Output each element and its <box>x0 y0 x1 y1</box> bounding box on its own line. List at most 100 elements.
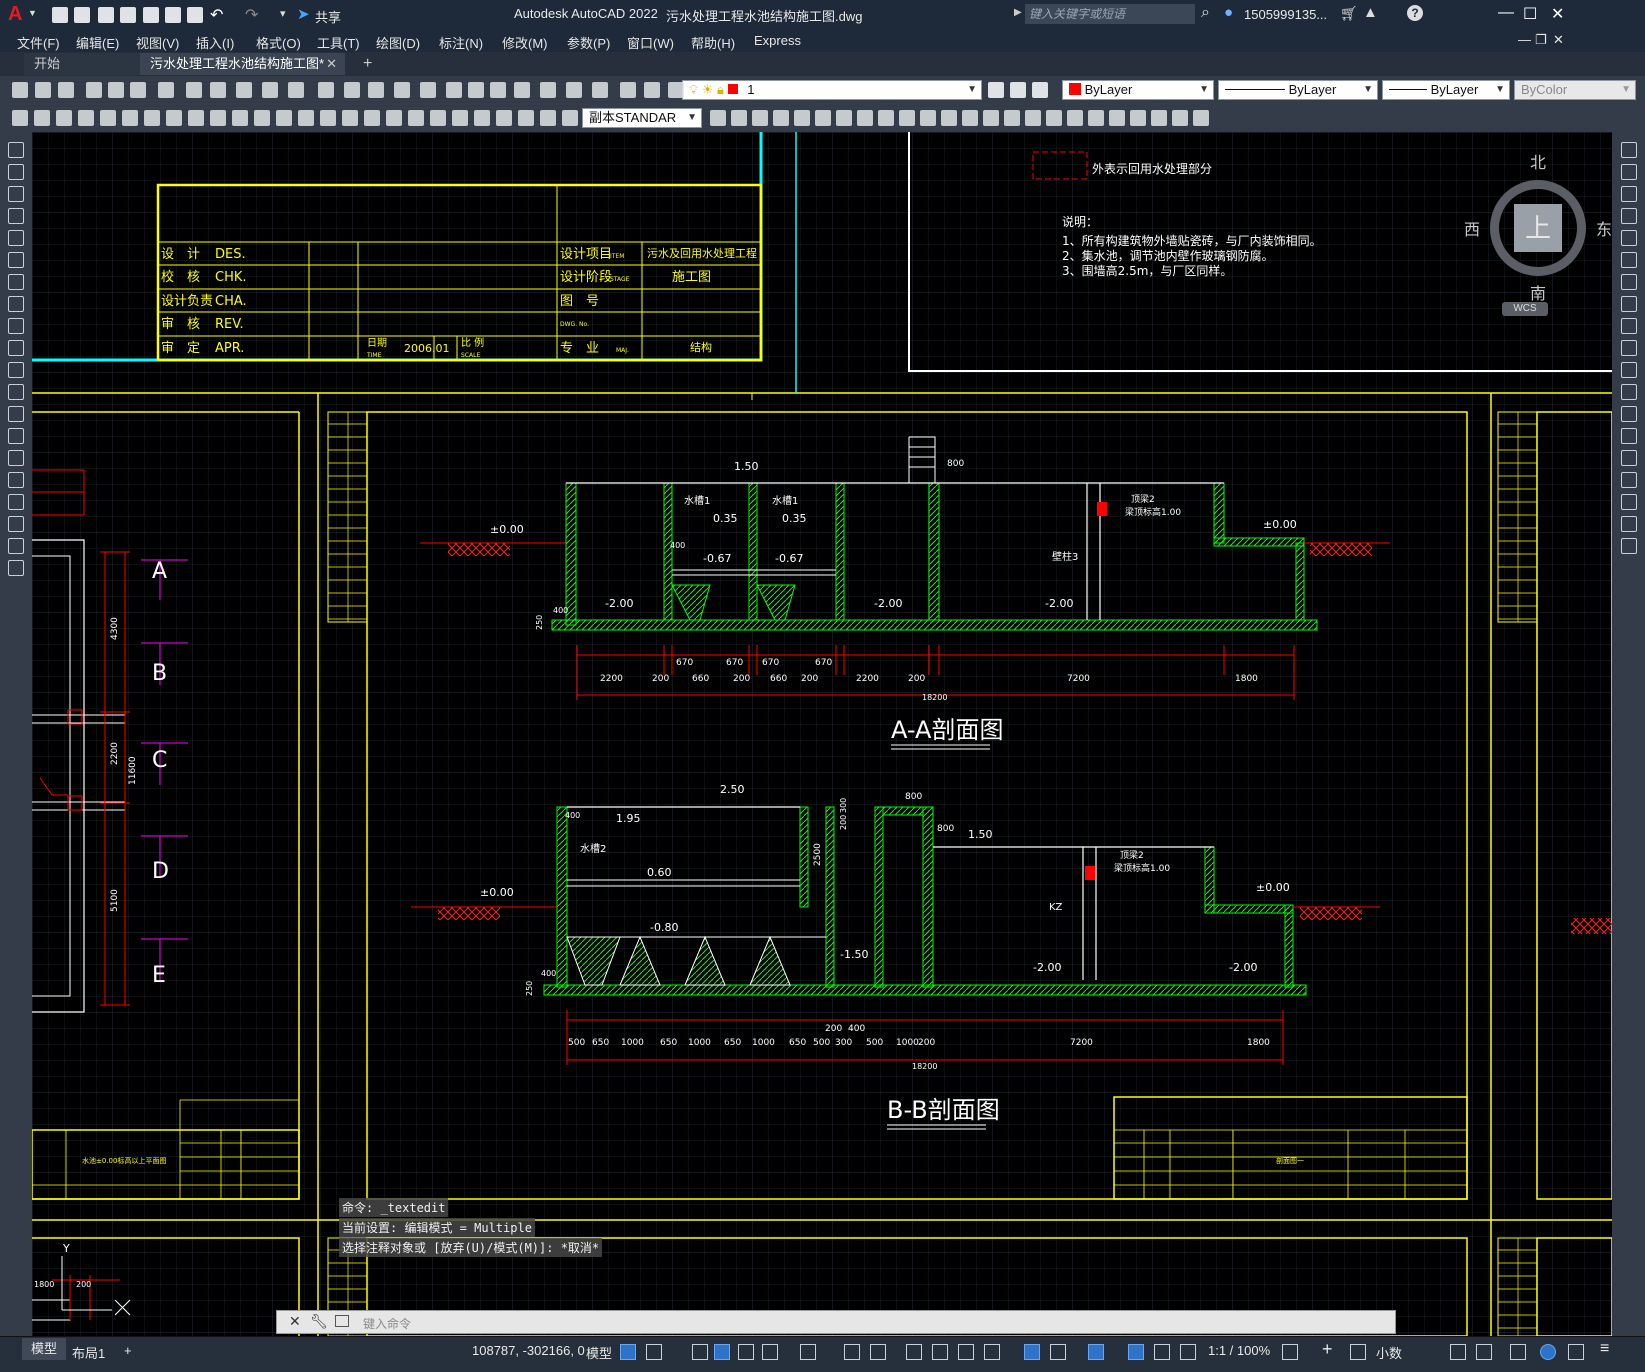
draw-tool-icon-7[interactable] <box>8 296 24 312</box>
selection-filter-icon[interactable] <box>1050 1344 1066 1360</box>
make-current-layer-icon[interactable] <box>1010 82 1026 98</box>
row2-tool-icon-28[interactable] <box>752 110 768 126</box>
draw-tool-icon-9[interactable] <box>8 340 24 356</box>
command-input[interactable]: 键入命令 <box>363 1315 411 1332</box>
modify-tool-icon-1[interactable] <box>1621 164 1637 180</box>
draw-tool-icon-8[interactable] <box>8 318 24 334</box>
autodesk-app-icon[interactable]: ▲ <box>1363 4 1378 21</box>
units-value[interactable]: 小数 <box>1376 1343 1402 1362</box>
draw-tool-icon-0[interactable] <box>8 142 24 158</box>
draw-tool-icon-10[interactable] <box>8 362 24 378</box>
standard-tool-icon-18[interactable] <box>468 82 484 98</box>
standard-tool-icon-20[interactable] <box>514 82 530 98</box>
standard-tool-icon-6[interactable] <box>158 82 174 98</box>
row2-tool-icon-5[interactable] <box>122 110 138 126</box>
wcs-menu[interactable]: WCS <box>1502 302 1548 316</box>
annotation-monitor-icon[interactable] <box>1350 1344 1366 1360</box>
row2-tool-icon-17[interactable] <box>386 110 402 126</box>
row2-tool-icon-3[interactable] <box>78 110 94 126</box>
model-space-toggle[interactable]: 模型 <box>586 1343 612 1362</box>
tab-drawing[interactable]: 污水处理工程水池结构施工图* ✕ <box>140 53 345 75</box>
save-web-icon[interactable] <box>165 7 181 23</box>
row2-tool-icon-43[interactable] <box>1067 110 1083 126</box>
standard-tool-icon-21[interactable] <box>540 82 556 98</box>
standard-tool-icon-16[interactable] <box>420 82 436 98</box>
draw-tool-icon-16[interactable] <box>8 494 24 510</box>
menu-parametric[interactable]: 参数(P) <box>567 33 610 52</box>
modify-tool-icon-7[interactable] <box>1621 296 1637 312</box>
standard-tool-icon-15[interactable] <box>394 82 410 98</box>
draw-tool-icon-2[interactable] <box>8 186 24 202</box>
standard-tool-icon-3[interactable] <box>86 82 102 98</box>
search-expand-icon[interactable]: ▶ <box>1014 7 1022 18</box>
draw-tool-icon-17[interactable] <box>8 516 24 532</box>
draw-tool-icon-4[interactable] <box>8 230 24 246</box>
modify-tool-icon-13[interactable] <box>1621 428 1637 444</box>
coordinates-readout[interactable]: 108787, -302166, 0 <box>472 1343 585 1358</box>
row2-tool-icon-21[interactable] <box>474 110 490 126</box>
workspace-switch-icon[interactable] <box>1282 1344 1298 1360</box>
doc-restore-icon[interactable]: ❐ <box>1535 32 1547 48</box>
standard-tool-icon-4[interactable] <box>108 82 124 98</box>
open-file-icon[interactable] <box>74 7 90 23</box>
infer-constraints-icon[interactable] <box>692 1344 708 1360</box>
standard-tool-icon-0[interactable] <box>12 82 28 98</box>
modify-tool-icon-11[interactable] <box>1621 384 1637 400</box>
row2-tool-icon-15[interactable] <box>342 110 358 126</box>
row2-tool-icon-46[interactable] <box>1130 110 1146 126</box>
row2-tool-icon-42[interactable] <box>1046 110 1062 126</box>
color-dropdown[interactable]: ByLayer ▼ <box>1062 80 1214 100</box>
row2-tool-icon-34[interactable] <box>878 110 894 126</box>
row2-tool-icon-39[interactable] <box>983 110 999 126</box>
row2-tool-icon-44[interactable] <box>1088 110 1104 126</box>
standard-tool-icon-7[interactable] <box>186 82 202 98</box>
auto-scale-icon[interactable] <box>1154 1344 1170 1360</box>
selection-cycling-icon[interactable] <box>958 1344 974 1360</box>
linetype-dropdown[interactable]: ByLayer ▼ <box>1218 80 1378 100</box>
draw-tool-icon-3[interactable] <box>8 208 24 224</box>
standard-tool-icon-10[interactable] <box>262 82 278 98</box>
polar-tracking-icon[interactable] <box>762 1344 778 1360</box>
customization-icon[interactable]: ≡ <box>1600 1340 1609 1358</box>
modify-tool-icon-9[interactable] <box>1621 340 1637 356</box>
lineweight-toggle-icon[interactable] <box>906 1344 922 1360</box>
lineweight-dropdown[interactable]: ByLayer ▼ <box>1382 80 1510 100</box>
row2-tool-icon-36[interactable] <box>920 110 936 126</box>
row2-tool-icon-49[interactable] <box>1193 110 1209 126</box>
row2-tool-icon-14[interactable] <box>320 110 336 126</box>
modify-tool-icon-14[interactable] <box>1621 450 1637 466</box>
standard-tool-icon-2[interactable] <box>58 82 74 98</box>
modify-tool-icon-8[interactable] <box>1621 318 1637 334</box>
row2-tool-icon-27[interactable] <box>731 110 747 126</box>
row2-tool-icon-48[interactable] <box>1172 110 1188 126</box>
standard-tool-icon-24[interactable] <box>620 82 636 98</box>
row2-tool-icon-32[interactable] <box>836 110 852 126</box>
viewcube[interactable]: 上 北 南 西 东 <box>1464 155 1612 303</box>
modify-tool-icon-17[interactable] <box>1621 516 1637 532</box>
graphics-performance-icon[interactable] <box>1540 1344 1556 1360</box>
layer-previous-icon[interactable] <box>1032 82 1048 98</box>
object-snap-tracking-icon[interactable] <box>844 1344 860 1360</box>
help-icon[interactable]: ? <box>1407 5 1423 21</box>
dynamic-ucs-icon[interactable] <box>1024 1344 1040 1360</box>
viewcube-east[interactable]: 东 <box>1596 216 1612 240</box>
row2-tool-icon-26[interactable] <box>710 110 726 126</box>
3d-object-snap-icon[interactable] <box>984 1344 1000 1360</box>
snap-toggle-icon[interactable] <box>646 1344 662 1360</box>
search-input[interactable]: 键入关键字或短语 <box>1025 4 1195 24</box>
plot-icon[interactable] <box>187 7 203 23</box>
row2-tool-icon-0[interactable] <box>12 110 28 126</box>
dynamic-input-icon[interactable] <box>714 1344 730 1360</box>
qat-dropdown-icon[interactable]: ▾ <box>280 7 286 20</box>
doc-minimize-icon[interactable]: — <box>1518 32 1531 47</box>
row2-tool-icon-8[interactable] <box>188 110 204 126</box>
row2-tool-icon-45[interactable] <box>1109 110 1125 126</box>
drawing-svg[interactable]: 设 计 DES. 校 核 CHK. 设计负责 CHA. 审 核 REV. 审 定… <box>32 132 1612 1336</box>
row2-tool-icon-11[interactable] <box>254 110 270 126</box>
menu-insert[interactable]: 插入(I) <box>196 33 234 52</box>
command-close-icon[interactable]: ✕ <box>289 1313 301 1330</box>
menu-dimension[interactable]: 标注(N) <box>439 33 483 52</box>
standard-tool-icon-25[interactable] <box>644 82 660 98</box>
row2-tool-icon-2[interactable] <box>56 110 72 126</box>
quick-properties-icon[interactable] <box>1450 1344 1466 1360</box>
